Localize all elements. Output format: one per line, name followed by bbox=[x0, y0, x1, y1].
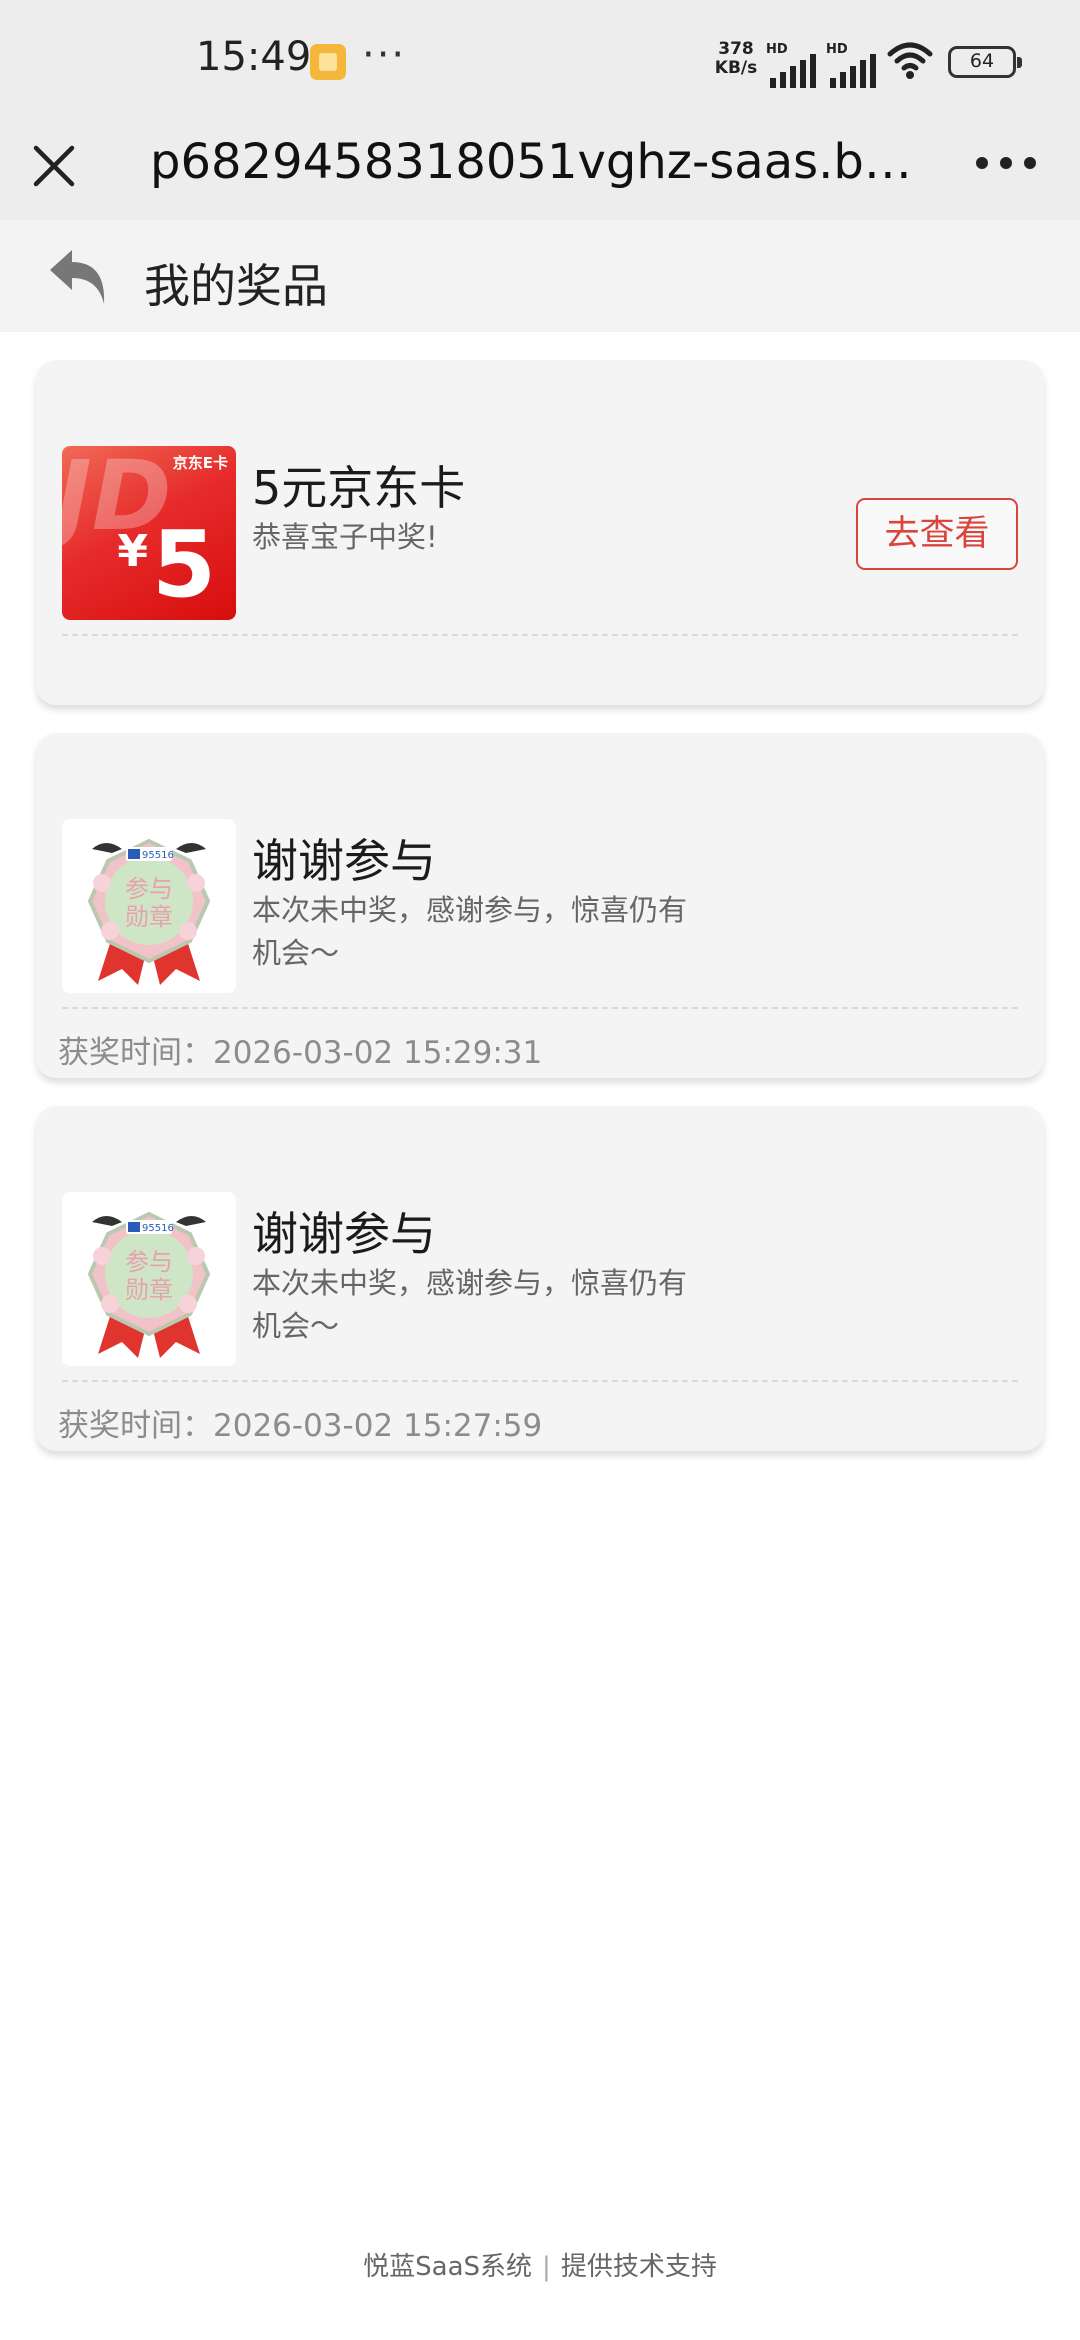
participation-badge-image: 95516 参与 勋章 bbox=[62, 1192, 236, 1366]
medal-icon: 95516 参与 勋章 bbox=[87, 838, 211, 985]
prize-description: 本次未中奖，感谢参与，惊喜仍有机会～ bbox=[252, 1266, 688, 1343]
win-time: 获奖时间：2026-03-02 15:27:59 bbox=[58, 1400, 542, 1445]
page-header: 我的奖品 bbox=[0, 220, 1080, 332]
badge-text-2: 勋章 bbox=[125, 903, 173, 931]
win-time: 获奖时间：2026-03-02 15:29:31 bbox=[58, 1027, 542, 1072]
network-speed-value: 378 bbox=[718, 39, 754, 59]
jd-currency: ¥ bbox=[117, 526, 148, 577]
more-notifications-indicator: ··· bbox=[362, 32, 407, 78]
prize-card: JD 京东E卡 ¥5 5元京东卡 恭喜宝子中奖! 去查看 bbox=[36, 360, 1044, 705]
win-time-value: 2026-03-02 15:27:59 bbox=[213, 1408, 543, 1444]
page-title: 我的奖品 bbox=[144, 259, 328, 313]
network-speed-unit: KB/s bbox=[714, 58, 758, 78]
card-divider bbox=[62, 1007, 1018, 1009]
footer-credit: 悦蓝SaaS系统 | 提供技术支持 bbox=[0, 2246, 1080, 2283]
network-speed: 378 KB/s bbox=[710, 40, 762, 78]
card-divider bbox=[62, 634, 1018, 636]
footer-separator: | bbox=[542, 2252, 551, 2282]
prize-name: 谢谢参与 bbox=[252, 834, 436, 888]
prize-card: 95516 参与 勋章 谢谢参与 本次未中奖，感谢参与，惊喜仍有机会～ 获奖时间… bbox=[36, 1106, 1044, 1451]
win-time-label: 获奖时间： bbox=[58, 1035, 213, 1071]
badge-number: 95516 bbox=[142, 1223, 174, 1234]
page-url-title: p6829458318051vghz-saas.bx-ac… bbox=[150, 134, 920, 190]
prize-card: 95516 参与 勋章 谢谢参与 本次未中奖，感谢参与，惊喜仍有机会～ 获奖时间… bbox=[36, 733, 1044, 1078]
prize-name: 谢谢参与 bbox=[252, 1207, 436, 1261]
jd-card-image: JD 京东E卡 ¥5 bbox=[62, 446, 236, 620]
medal-icon: 95516 参与 勋章 bbox=[87, 1211, 211, 1358]
card-divider bbox=[62, 1380, 1018, 1382]
status-bar: 15:49 ··· 378 KB/s HD HD 64 bbox=[0, 0, 1080, 122]
battery-level: 64 bbox=[969, 50, 995, 72]
footer-system-name: 悦蓝SaaS系统 bbox=[363, 2252, 533, 2282]
status-time: 15:49 bbox=[196, 34, 312, 80]
participation-badge-image: 95516 参与 勋章 bbox=[62, 819, 236, 993]
jd-value: 5 bbox=[151, 511, 216, 618]
view-prize-button[interactable]: 去查看 bbox=[856, 498, 1018, 570]
browser-toolbar: p6829458318051vghz-saas.bx-ac… bbox=[0, 122, 1080, 220]
jd-amount: ¥5 bbox=[117, 510, 216, 620]
wifi-icon bbox=[887, 42, 933, 79]
badge-text-1: 参与 bbox=[125, 1248, 173, 1276]
badge-number: 95516 bbox=[142, 850, 174, 861]
notification-app-icon bbox=[310, 44, 346, 80]
win-time-label: 获奖时间： bbox=[58, 1408, 213, 1444]
close-icon[interactable] bbox=[28, 132, 80, 196]
battery-icon: 64 bbox=[948, 46, 1022, 78]
prize-description: 本次未中奖，感谢参与，惊喜仍有机会～ bbox=[252, 893, 688, 970]
win-time-value: 2026-03-02 15:29:31 bbox=[213, 1035, 543, 1071]
prize-name: 5元京东卡 bbox=[252, 461, 466, 515]
more-dots-icon[interactable] bbox=[966, 130, 1046, 200]
prize-description: 恭喜宝子中奖! bbox=[252, 520, 438, 554]
back-arrow-icon[interactable] bbox=[44, 242, 114, 312]
jd-brand-label: 京东E卡 bbox=[172, 454, 228, 472]
footer-support-text: 提供技术支持 bbox=[560, 2252, 717, 2282]
badge-text-1: 参与 bbox=[125, 875, 173, 903]
badge-text-2: 勋章 bbox=[125, 1276, 173, 1304]
